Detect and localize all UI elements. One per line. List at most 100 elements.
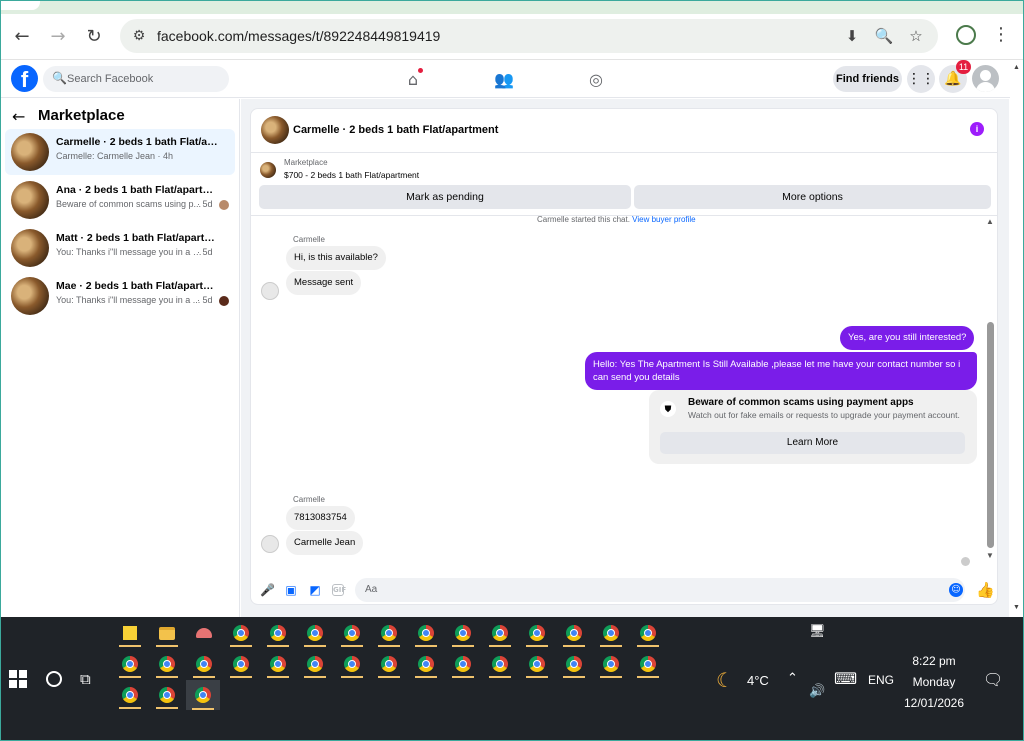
sender-avatar[interactable] <box>261 282 279 300</box>
chrome-app-icon[interactable] <box>115 650 145 678</box>
chrome-app-icon[interactable] <box>485 619 515 647</box>
reload-icon[interactable]: ↻ <box>80 22 108 50</box>
page-scroll-up-icon[interactable]: ▲ <box>1013 64 1020 71</box>
temperature[interactable]: 4°C <box>747 673 769 688</box>
chrome-app-icon[interactable] <box>485 650 515 678</box>
chrome-app-icon[interactable] <box>411 650 441 678</box>
chrome-app-icon[interactable] <box>411 619 441 647</box>
message-placeholder[interactable]: Aa <box>365 584 377 595</box>
conversation-item[interactable]: Ana · 2 beds 1 bath Flat/apartment Bewar… <box>5 177 235 223</box>
more-options-button[interactable]: More options <box>634 185 991 209</box>
sticker-icon[interactable]: ◩ <box>308 583 322 597</box>
conversation-item[interactable]: Carmelle · 2 beds 1 bath Flat/apartment … <box>5 129 235 175</box>
scrollbar-thumb[interactable] <box>987 322 994 548</box>
page-scroll-down-icon[interactable]: ▼ <box>1013 604 1020 611</box>
chrome-app-icon[interactable] <box>263 650 293 678</box>
chrome-app-icon[interactable] <box>263 619 293 647</box>
friends-icon[interactable]: 👥 <box>491 66 517 92</box>
conversation-title: Carmelle · 2 beds 1 bath Flat/apartment <box>56 136 221 148</box>
url-text[interactable]: facebook.com/messages/t/892248449819419 <box>157 28 440 44</box>
chrome-app-icon[interactable] <box>448 619 478 647</box>
chrome-app-icon[interactable] <box>300 619 330 647</box>
chrome-app-icon[interactable] <box>633 619 663 647</box>
photo-icon[interactable]: ▣ <box>284 583 298 597</box>
chrome-app-icon[interactable] <box>633 650 663 678</box>
facebook-logo[interactable]: f <box>11 65 38 92</box>
bookmark-star-icon[interactable]: ☆ <box>906 26 926 46</box>
chat-scrollbar[interactable]: ▲ ▼ <box>986 217 996 562</box>
listing-price-title[interactable]: $700 - 2 beds 1 bath Flat/apartment <box>284 170 419 180</box>
chrome-app-icon[interactable] <box>337 650 367 678</box>
scroll-down-arrow-icon[interactable]: ▼ <box>986 551 994 560</box>
file-explorer-app-icon[interactable] <box>152 619 182 647</box>
chrome-app-icon-active[interactable] <box>186 680 220 710</box>
start-windows-icon[interactable] <box>9 670 27 688</box>
chrome-app-icon[interactable] <box>300 650 330 678</box>
chrome-app-icon[interactable] <box>115 681 145 709</box>
task-view-icon[interactable]: ⧉ <box>80 670 91 688</box>
browser-menu-icon[interactable]: ⋮ <box>992 24 1010 45</box>
message-input[interactable]: Aa ☺ <box>355 578 965 602</box>
keyboard-icon[interactable]: ⌨ <box>834 669 857 688</box>
menu-grid-icon[interactable]: ⋮⋮ <box>907 65 935 93</box>
chrome-app-icon[interactable] <box>337 619 367 647</box>
scroll-up-arrow-icon[interactable]: ▲ <box>986 217 994 226</box>
chrome-app-icon[interactable] <box>374 619 404 647</box>
conversation-item[interactable]: Matt · 2 beds 1 bath Flat/apartment You:… <box>5 225 235 271</box>
chat-window: Carmelle · 2 beds 1 bath Flat/apartment … <box>250 108 998 605</box>
address-bar[interactable]: ⚙ facebook.com/messages/t/89224844981941… <box>120 19 938 53</box>
weather-moon-icon[interactable]: ☾ <box>716 668 734 692</box>
volume-icon[interactable]: 🔊 <box>809 684 825 699</box>
chat-title[interactable]: Carmelle · 2 beds 1 bath Flat/apartment <box>293 124 498 136</box>
active-tab[interactable] <box>0 0 40 10</box>
chrome-app-icon[interactable] <box>596 650 626 678</box>
find-friends-button[interactable]: Find friends <box>833 66 902 92</box>
sender-avatar[interactable] <box>261 535 279 553</box>
chrome-app-icon[interactable] <box>522 619 552 647</box>
mark-as-pending-button[interactable]: Mark as pending <box>259 185 631 209</box>
show-hidden-icons-icon[interactable]: ⌃ <box>787 671 798 686</box>
microphone-icon[interactable]: 🎤 <box>260 583 275 597</box>
forward-icon[interactable]: → <box>44 22 72 50</box>
like-thumb-icon[interactable]: 👍 <box>976 581 995 599</box>
network-icon[interactable]: 🖥 <box>809 624 826 639</box>
facebook-search[interactable]: 🔍 Search Facebook <box>43 66 229 92</box>
conversation-title: Matt · 2 beds 1 bath Flat/apartment <box>56 232 221 244</box>
chrome-app-icon[interactable] <box>448 650 478 678</box>
back-arrow-icon[interactable]: ← <box>12 107 25 126</box>
gif-icon[interactable]: GIF <box>332 584 346 596</box>
cortana-search-icon[interactable] <box>46 671 62 687</box>
sticky-notes-app-icon[interactable] <box>115 619 145 647</box>
zoom-icon[interactable]: 🔍 <box>874 26 894 46</box>
emoji-icon[interactable]: ☺ <box>949 583 963 597</box>
chat-listing-thumbnail[interactable] <box>261 116 289 144</box>
browser-profile-icon[interactable] <box>956 25 976 45</box>
site-info-icon[interactable]: ⚙ <box>130 27 148 45</box>
chrome-app-icon[interactable] <box>522 650 552 678</box>
chrome-app-icon[interactable] <box>226 619 256 647</box>
info-icon[interactable]: i <box>970 122 984 136</box>
view-buyer-profile-link[interactable]: View buyer profile <box>632 215 695 224</box>
chrome-app-icon[interactable] <box>226 650 256 678</box>
chrome-app-icon[interactable] <box>559 619 589 647</box>
account-avatar[interactable] <box>972 65 999 92</box>
search-placeholder[interactable]: Search Facebook <box>67 73 153 85</box>
app-icon[interactable] <box>189 619 219 647</box>
chrome-app-icon[interactable] <box>596 619 626 647</box>
groups-icon[interactable]: ◎ <box>583 66 609 92</box>
system-clock[interactable]: 8:22 pm Monday 12/01/2026 <box>893 651 975 714</box>
back-icon[interactable]: ← <box>8 22 36 50</box>
language-indicator[interactable]: ENG <box>868 673 894 687</box>
chrome-app-icon[interactable] <box>152 681 182 709</box>
page-scrollbar[interactable]: ▲ ▼ <box>1010 60 1024 617</box>
chrome-app-icon[interactable] <box>559 650 589 678</box>
chat-header: Carmelle · 2 beds 1 bath Flat/apartment … <box>251 109 997 153</box>
chrome-app-icon[interactable] <box>152 650 182 678</box>
message-composer: 🎤 ▣ ◩ GIF Aa ☺ 👍 <box>251 574 997 604</box>
action-center-icon[interactable]: 🗨 <box>983 670 1003 689</box>
conversation-item[interactable]: Mae · 2 beds 1 bath Flat/apartment You: … <box>5 273 235 319</box>
learn-more-button[interactable]: Learn More <box>660 432 965 454</box>
chrome-app-icon[interactable] <box>189 650 219 678</box>
install-icon[interactable]: ⬇ <box>842 26 862 46</box>
chrome-app-icon[interactable] <box>374 650 404 678</box>
